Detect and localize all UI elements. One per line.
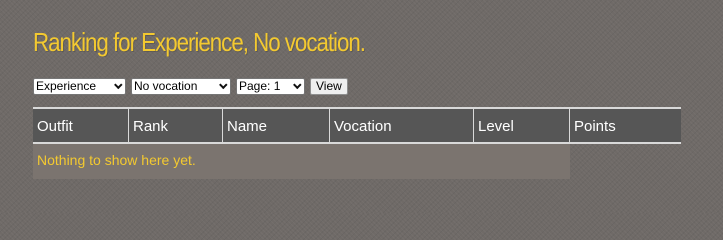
page-select-value: Page: 1 [239,79,281,93]
column-header-outfit: Outfit [33,109,129,142]
view-button[interactable]: View [310,78,348,95]
chevron-down-icon [293,80,302,89]
page-title: Ranking for Experience, No vocation. [33,27,366,57]
column-header-vocation: Vocation [330,109,474,142]
ranking-filters: Experience No vocation Page: 1 View [33,78,348,95]
chevron-down-icon [219,80,228,89]
column-header-name: Name [223,109,330,142]
page-select[interactable]: Page: 1 [236,78,305,95]
ranking-table: Outfit Rank Name Vocation Level Points N… [33,107,681,179]
empty-table-message: Nothing to show here yet. [33,144,570,179]
vocation-select-value: No vocation [134,79,198,93]
column-header-level: Level [474,109,570,142]
category-select-value: Experience [36,79,97,93]
column-header-points: Points [574,118,616,135]
column-header-rank: Rank [129,109,223,142]
chevron-down-icon [114,80,123,89]
vocation-select[interactable]: No vocation [131,78,231,95]
table-header: Outfit Rank Name Vocation Level Points [33,107,681,144]
category-select[interactable]: Experience [33,78,126,95]
